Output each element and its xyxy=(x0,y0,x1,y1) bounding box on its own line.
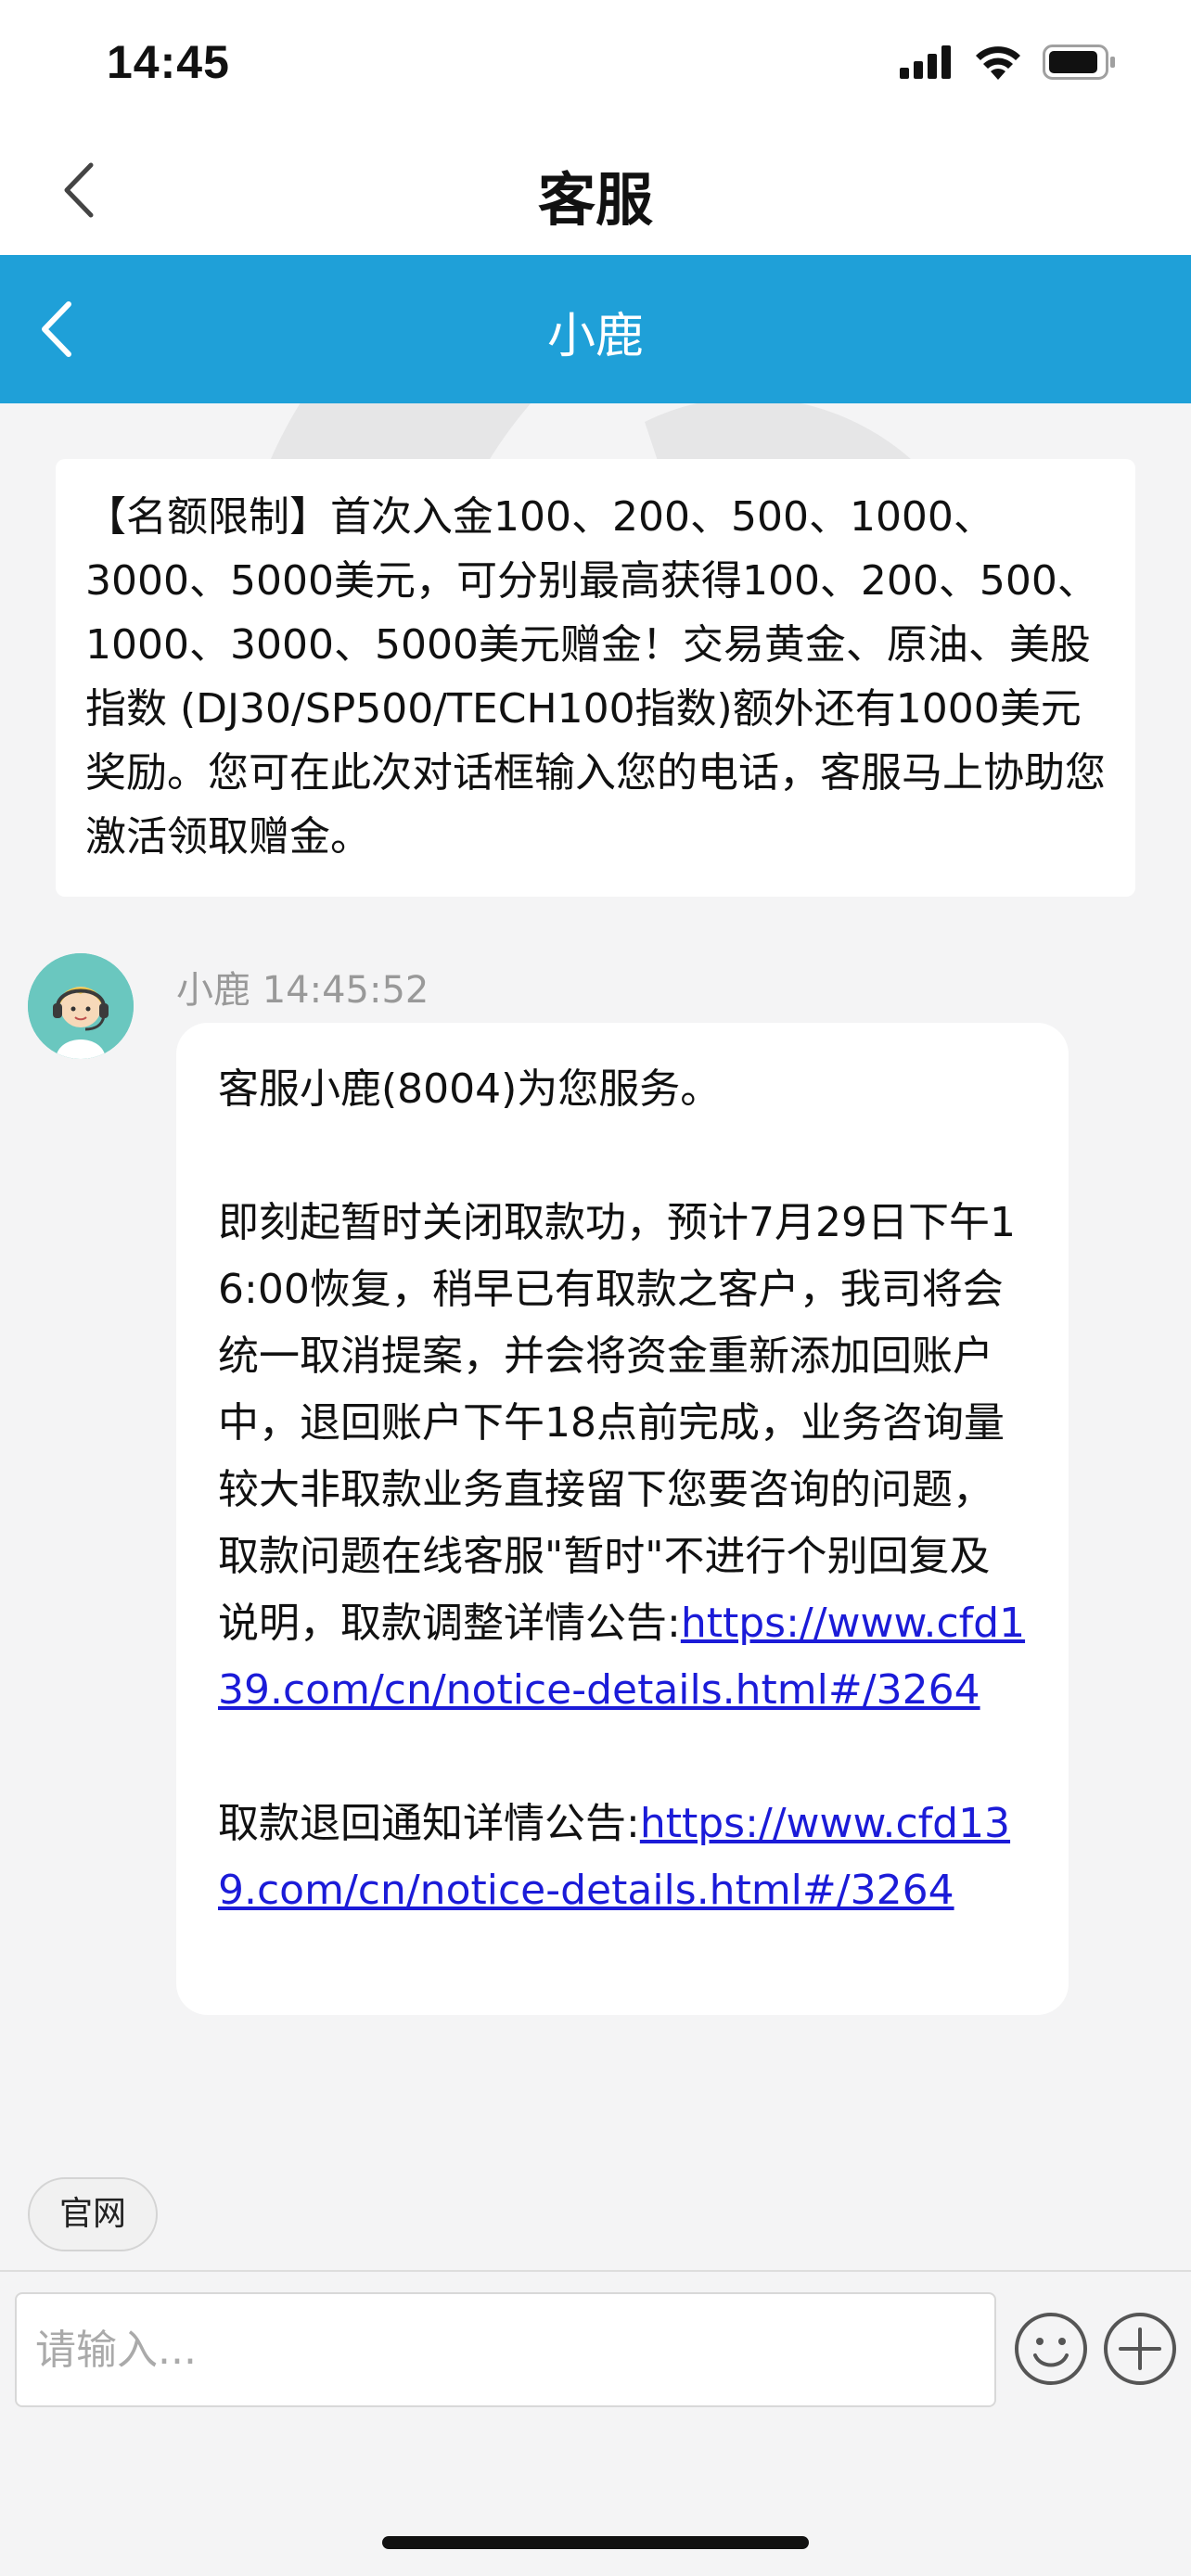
quick-reply-chip[interactable]: 官网 xyxy=(28,2177,159,2251)
chat-area[interactable]: 【名额限制】首次入金100、200、500、1000、3000、5000美元，可… xyxy=(0,403,1191,2161)
status-bar: 14:45 xyxy=(0,0,1191,130)
emoji-icon[interactable] xyxy=(1013,2311,1089,2387)
quick-reply-bar: 官网 xyxy=(0,2161,1191,2270)
message-greeting: 客服小鹿(8004)为您服务。 xyxy=(218,1065,722,1113)
home-indicator xyxy=(382,2536,809,2549)
chat-title: 小鹿 xyxy=(546,309,644,364)
agent-avatar-icon xyxy=(28,953,134,1059)
battery-icon xyxy=(1043,45,1115,80)
message-time: 14:45:52 xyxy=(262,969,429,1012)
message-sender: 小鹿 xyxy=(176,969,250,1012)
wifi-icon xyxy=(976,46,1020,80)
page-title: 客服 xyxy=(537,166,653,234)
status-icons xyxy=(900,45,1117,80)
plus-icon[interactable] xyxy=(1102,2311,1178,2387)
nav-bar: 客服 xyxy=(0,130,1191,255)
notice-card: 【名额限制】首次入金100、200、500、1000、3000、5000美元，可… xyxy=(56,459,1135,897)
message-input[interactable] xyxy=(15,2292,996,2407)
message-notice2: 取款退回通知详情公告:https://www.cfd139.com/cn/not… xyxy=(218,1791,1027,1924)
message-body: 即刻起暂时关闭取款功，预计7月29日下午16:00恢复，稍早已有取款之客户，我司… xyxy=(218,1190,1027,1724)
status-time: 14:45 xyxy=(107,36,230,88)
chat-header: 小鹿 xyxy=(0,255,1191,403)
message-body-text: 即刻起暂时关闭取款功，预计7月29日下午16:00恢复，稍早已有取款之客户，我司… xyxy=(218,1199,1016,1647)
message-bubble[interactable]: 客服小鹿(8004)为您服务。 即刻起暂时关闭取款功，预计7月29日下午16:0… xyxy=(176,1023,1069,2015)
input-bar xyxy=(0,2272,1191,2576)
message-notice2-text: 取款退回通知详情公告: xyxy=(218,1800,640,1847)
agent-avatar[interactable] xyxy=(28,953,134,1059)
message-meta: 小鹿 14:45:52 xyxy=(176,960,429,1014)
signal-icon xyxy=(900,45,951,79)
